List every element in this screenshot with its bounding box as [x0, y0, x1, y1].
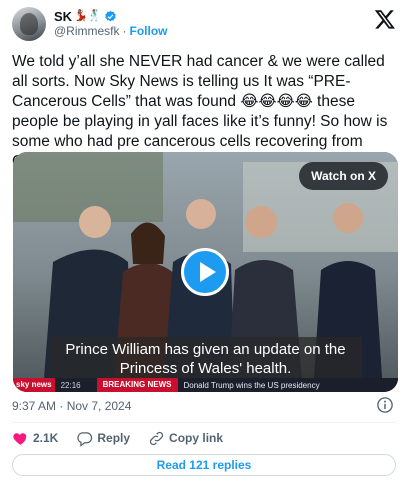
- timestamp-text[interactable]: 9:37 AM · Nov 7, 2024: [12, 399, 131, 413]
- video-player[interactable]: Watch on X Prince William has given an u…: [13, 152, 398, 392]
- reply-label: Reply: [97, 431, 131, 445]
- author-block: SK 💃🏽🕺🏽 @Rimmesfk · Follow: [54, 9, 168, 39]
- x-logo-icon[interactable]: [374, 8, 396, 30]
- heart-icon: [13, 432, 27, 445]
- read-replies-button[interactable]: Read 121 replies: [12, 454, 396, 476]
- reply-icon: [77, 431, 93, 447]
- author-name[interactable]: SK: [54, 9, 72, 24]
- ticker-time: 22:16: [60, 380, 81, 390]
- like-button[interactable]: 2.1K: [12, 430, 58, 447]
- ticker-logo: sky news: [13, 378, 55, 392]
- avatar[interactable]: [12, 7, 46, 41]
- play-icon[interactable]: [181, 248, 229, 296]
- action-bar: 2.1K Reply Copy link: [12, 428, 396, 448]
- copy-link-button[interactable]: Copy link: [148, 430, 223, 447]
- watch-on-x-button[interactable]: Watch on X: [299, 162, 388, 190]
- reply-button[interactable]: Reply: [76, 430, 130, 447]
- like-count: 2.1K: [33, 431, 59, 445]
- separator-dot: ·: [122, 24, 127, 38]
- tweet-timestamp[interactable]: 9:37 AM · Nov 7, 2024: [12, 399, 131, 413]
- ticker-headline: Donald Trump wins the US presidency: [183, 380, 320, 390]
- link-icon: [149, 431, 164, 445]
- follow-button[interactable]: Follow: [130, 24, 168, 39]
- tweet-card: SK 💃🏽🕺🏽 @Rimmesfk · Follow We told y’all…: [0, 0, 408, 482]
- news-ticker: sky news 22:16 BREAKING NEWS Donald Trum…: [13, 378, 398, 392]
- copy-link-label: Copy link: [169, 431, 224, 445]
- author-name-line[interactable]: SK 💃🏽🕺🏽: [54, 9, 168, 24]
- info-icon[interactable]: [376, 396, 394, 414]
- video-subtitle: Prince William has given an update on th…: [49, 337, 362, 381]
- author-handle[interactable]: @Rimmesfk: [54, 24, 120, 39]
- tweet-header: SK 💃🏽🕺🏽 @Rimmesfk · Follow: [12, 4, 396, 44]
- divider: [12, 422, 396, 423]
- author-name-emoji: 💃🏽🕺🏽: [74, 10, 102, 22]
- verified-badge-icon: [105, 10, 117, 22]
- ticker-breaking: BREAKING NEWS: [96, 378, 178, 392]
- author-handle-line: @Rimmesfk · Follow: [54, 24, 168, 39]
